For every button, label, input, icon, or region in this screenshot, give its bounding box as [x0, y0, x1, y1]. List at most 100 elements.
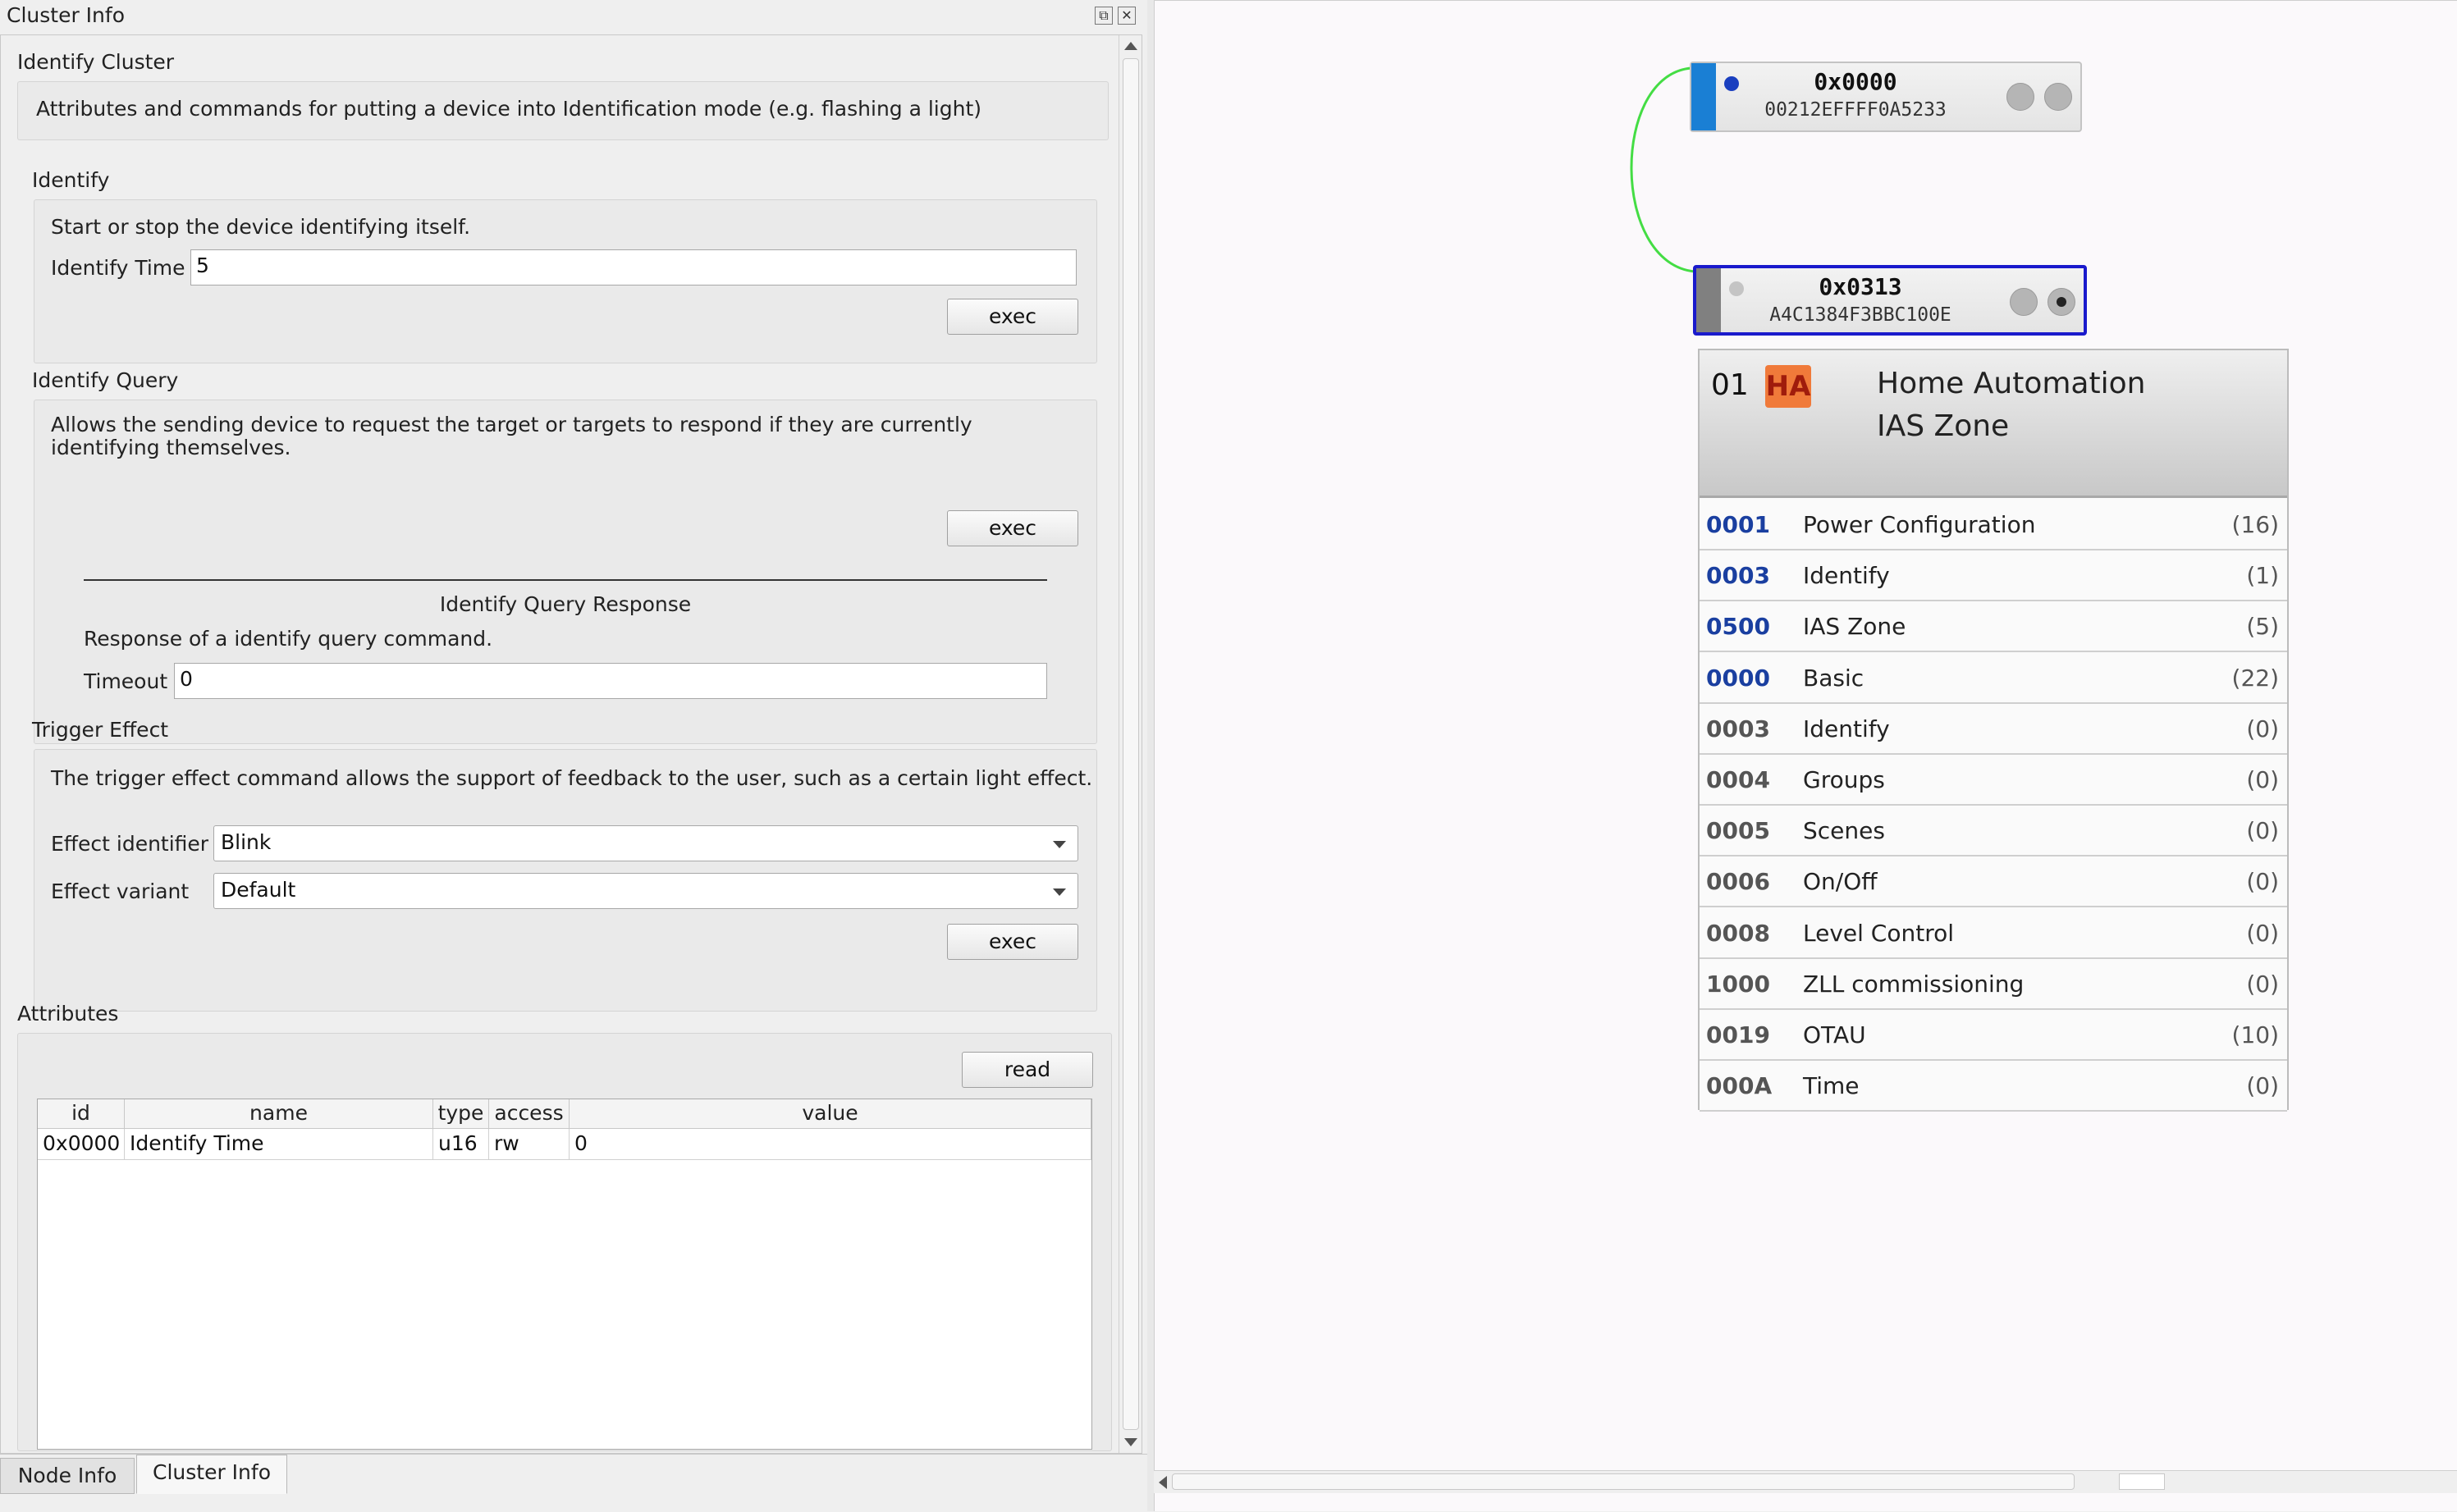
cluster-attribute-count: (0)	[2246, 970, 2279, 998]
cluster-id: 000A	[1706, 1072, 1773, 1100]
response-separator	[84, 579, 1047, 581]
read-button[interactable]: read	[962, 1052, 1093, 1088]
cluster-attribute-count: (0)	[2246, 868, 2279, 896]
identify-time-label: Identify Time	[51, 256, 185, 280]
cluster-attribute-count: (0)	[2246, 1072, 2279, 1100]
column-header-access[interactable]: access	[489, 1099, 570, 1129]
cluster-row[interactable]: 0005 Scenes (0)	[1700, 806, 2287, 857]
cluster-id: 0500	[1706, 613, 1770, 641]
cluster-name: ZLL commissioning	[1803, 970, 2025, 998]
column-header-value[interactable]: value	[570, 1099, 1091, 1129]
cluster-attribute-count: (10)	[2231, 1021, 2279, 1048]
attributes-table: id name type access value 0x0000 Identif…	[37, 1099, 1092, 1450]
timeout-input[interactable]: 0	[174, 663, 1047, 699]
node-graph-canvas[interactable]: 0x0000 00212EFFFF0A5233 0x0313 A4C1384F3…	[1154, 0, 2457, 1511]
identify-time-input[interactable]: 5	[190, 249, 1077, 285]
cluster-row[interactable]: 0003 Identify (0)	[1700, 703, 2287, 755]
cluster-name: Identify	[1803, 715, 1890, 742]
port-icon[interactable]	[2006, 83, 2034, 111]
cluster-name: OTAU	[1803, 1021, 1866, 1048]
scrollbar-thumb[interactable]	[1172, 1473, 2075, 1490]
cluster-row[interactable]: 0001 Power Configuration (16)	[1700, 500, 2287, 550]
device-type: IAS Zone	[1877, 409, 2010, 443]
cell-access: rw	[489, 1129, 570, 1160]
cluster-row[interactable]: 0004 Groups (0)	[1700, 755, 2287, 806]
arrow-down-icon[interactable]	[1124, 1438, 1137, 1446]
cluster-id: 0006	[1706, 868, 1770, 896]
tab-node-info[interactable]: Node Info	[0, 1458, 135, 1494]
cluster-name: IAS Zone	[1803, 613, 1906, 641]
cluster-id: 0001	[1706, 511, 1770, 538]
cluster-id: 0000	[1706, 664, 1770, 692]
cluster-title: Identify Cluster	[17, 50, 175, 74]
close-icon[interactable]: ✕	[1118, 7, 1136, 25]
float-icon[interactable]: ⧉	[1095, 7, 1113, 25]
cluster-attribute-count: (0)	[2246, 715, 2279, 742]
scrollbar-handle[interactable]	[2119, 1473, 2165, 1490]
cluster-name: Scenes	[1803, 817, 1885, 845]
node-address: 0x0000	[1814, 68, 1897, 95]
cluster-row[interactable]: 0003 Identify (1)	[1700, 550, 2287, 602]
attributes-title: Attributes	[17, 1002, 119, 1026]
cluster-row[interactable]: 0008 Level Control (0)	[1700, 907, 2287, 959]
identify-exec-button[interactable]: exec	[947, 299, 1078, 335]
cluster-id: 0008	[1706, 919, 1770, 947]
cell-type: u16	[433, 1129, 489, 1160]
scrollbar-thumb[interactable]	[1123, 58, 1139, 1430]
effect-variant-select[interactable]: Default	[213, 873, 1078, 909]
node-coordinator[interactable]: 0x0000 00212EFFFF0A5233	[1690, 62, 2082, 132]
cluster-id: 0005	[1706, 817, 1770, 845]
cluster-row[interactable]: 0500 IAS Zone (5)	[1700, 601, 2287, 653]
dock-title: Cluster Info	[7, 3, 125, 27]
identify-group: Start or stop the device identifying its…	[34, 199, 1097, 363]
cluster-attribute-count: (1)	[2246, 562, 2279, 590]
identify-query-title: Identify Query	[32, 368, 179, 392]
column-header-name[interactable]: name	[125, 1099, 433, 1129]
trigger-effect-title: Trigger Effect	[32, 718, 169, 742]
cluster-attribute-count: (22)	[2231, 664, 2279, 692]
dock-titlebar: Cluster Info ⧉ ✕	[0, 0, 1147, 34]
cluster-row[interactable]: 1000 ZLL commissioning (0)	[1700, 958, 2287, 1010]
dock-tabbar: Node Info Cluster Info	[0, 1454, 1147, 1501]
cluster-attribute-count: (0)	[2246, 766, 2279, 793]
arrow-left-icon[interactable]	[1159, 1476, 1167, 1489]
column-header-type[interactable]: type	[433, 1099, 489, 1129]
horizontal-scrollbar[interactable]	[1154, 1470, 2457, 1493]
cluster-row[interactable]: 0006 On/Off (0)	[1700, 856, 2287, 908]
node-address: 0x0313	[1819, 273, 1902, 300]
cell-name: Identify Time	[125, 1129, 433, 1160]
effect-identifier-label: Effect identifier	[51, 832, 209, 856]
effect-identifier-select[interactable]: Blink	[213, 825, 1078, 861]
identify-query-exec-button[interactable]: exec	[947, 510, 1078, 546]
cluster-row[interactable]: 000A Time (0)	[1700, 1061, 2287, 1112]
dock-splitter[interactable]	[1147, 0, 1154, 1511]
cell-id: 0x0000	[38, 1129, 125, 1160]
cluster-description: Attributes and commands for putting a de…	[36, 97, 982, 121]
cluster-name: Level Control	[1803, 919, 1955, 947]
endpoint-header[interactable]: 01 HA Home Automation IAS Zone	[1700, 350, 2287, 498]
cluster-row[interactable]: 0019 OTAU (10)	[1700, 1010, 2287, 1061]
port-icon[interactable]	[2048, 288, 2075, 316]
vertical-scrollbar[interactable]	[1119, 35, 1142, 1453]
port-icon[interactable]	[2044, 83, 2072, 111]
effect-identifier-value: Blink	[221, 830, 272, 854]
cluster-row[interactable]: 0000 Basic (22)	[1700, 652, 2287, 704]
effect-variant-value: Default	[221, 878, 296, 902]
cluster-attribute-count: (5)	[2246, 613, 2279, 641]
chevron-down-icon	[1053, 841, 1066, 848]
node-ias-zone-device[interactable]: 0x0313 A4C1384F3BBC100E	[1693, 265, 2087, 336]
status-led-icon	[1724, 76, 1739, 91]
tab-cluster-info[interactable]: Cluster Info	[136, 1455, 287, 1494]
status-led-icon	[1729, 281, 1744, 296]
arrow-up-icon[interactable]	[1124, 42, 1137, 50]
cluster-attribute-count: (0)	[2246, 817, 2279, 845]
trigger-effect-exec-button[interactable]: exec	[947, 924, 1078, 960]
effect-variant-label: Effect variant	[51, 879, 190, 903]
cluster-info-scroll-area: Identify Cluster Attributes and commands…	[0, 34, 1142, 1454]
cluster-name: Power Configuration	[1803, 511, 2036, 538]
port-icon[interactable]	[2010, 288, 2038, 316]
cluster-info-dock: Cluster Info ⧉ ✕ Identify Cluster Attrib…	[0, 0, 1147, 1511]
column-header-id[interactable]: id	[38, 1099, 125, 1129]
node-link[interactable]	[1630, 66, 1695, 273]
ha-profile-badge: HA	[1765, 365, 1811, 408]
